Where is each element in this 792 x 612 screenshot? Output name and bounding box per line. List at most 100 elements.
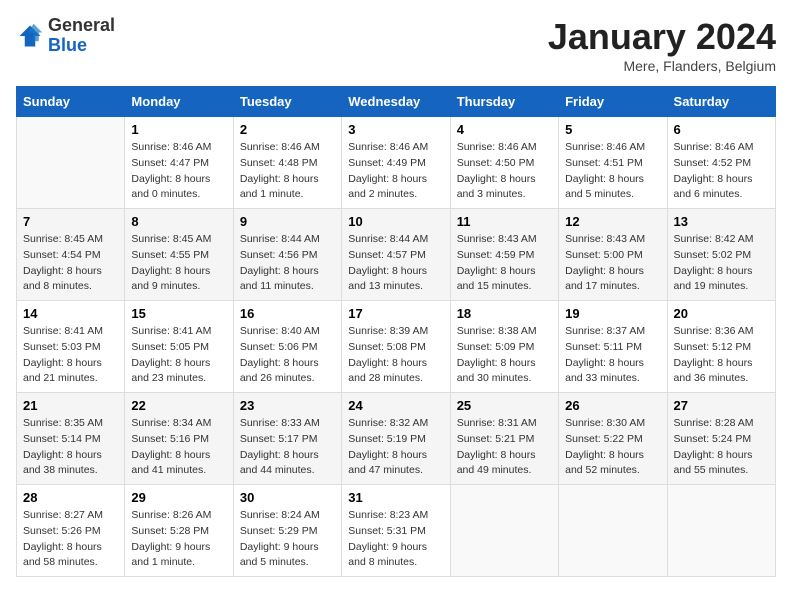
calendar-cell: 5 Sunrise: 8:46 AMSunset: 4:51 PMDaylight… [559, 117, 667, 209]
day-number: 14 [23, 306, 118, 321]
calendar-cell [17, 117, 125, 209]
calendar-cell: 3 Sunrise: 8:46 AMSunset: 4:49 PMDaylight… [342, 117, 450, 209]
logo-text: General Blue [48, 16, 115, 56]
header-saturday: Saturday [667, 87, 775, 117]
day-number: 21 [23, 398, 118, 413]
day-number: 10 [348, 214, 443, 229]
calendar-cell: 10 Sunrise: 8:44 AMSunset: 4:57 PMDayligh… [342, 209, 450, 301]
calendar-week-row: 1 Sunrise: 8:46 AMSunset: 4:47 PMDaylight… [17, 117, 776, 209]
calendar-cell: 8Sunrise: 8:45 AMSunset: 4:55 PMDaylight… [125, 209, 233, 301]
calendar-cell: 28 Sunrise: 8:27 AMSunset: 5:26 PMDayligh… [17, 485, 125, 577]
day-detail: Sunrise: 8:46 AMSunset: 4:47 PMDaylight:… [131, 140, 226, 203]
calendar-cell: 26 Sunrise: 8:30 AMSunset: 5:22 PMDayligh… [559, 393, 667, 485]
calendar-cell: 15 Sunrise: 8:41 AMSunset: 5:05 PMDayligh… [125, 301, 233, 393]
day-number: 24 [348, 398, 443, 413]
calendar-week-row: 21 Sunrise: 8:35 AMSunset: 5:14 PMDayligh… [17, 393, 776, 485]
calendar-cell [559, 485, 667, 577]
calendar-cell: 9 Sunrise: 8:44 AMSunset: 4:56 PMDaylight… [233, 209, 341, 301]
day-detail: Sunrise: 8:43 AMSunset: 4:59 PMDaylight:… [457, 232, 552, 295]
day-number: 22 [131, 398, 226, 413]
day-detail: Sunrise: 8:45 AMSunset: 4:55 PMDaylight:… [131, 232, 226, 295]
day-detail: Sunrise: 8:26 AMSunset: 5:28 PMDaylight:… [131, 508, 226, 571]
day-detail: Sunrise: 8:44 AMSunset: 4:56 PMDaylight:… [240, 232, 335, 295]
day-number: 26 [565, 398, 660, 413]
day-detail: Sunrise: 8:24 AMSunset: 5:29 PMDaylight:… [240, 508, 335, 571]
day-detail: Sunrise: 8:35 AMSunset: 5:14 PMDaylight:… [23, 416, 118, 479]
calendar-cell: 29Sunrise: 8:26 AMSunset: 5:28 PMDayligh… [125, 485, 233, 577]
page-header: General Blue January 2024 Mere, Flanders… [16, 16, 776, 74]
day-detail: Sunrise: 8:46 AMSunset: 4:49 PMDaylight:… [348, 140, 443, 203]
day-number: 30 [240, 490, 335, 505]
calendar-week-row: 28 Sunrise: 8:27 AMSunset: 5:26 PMDayligh… [17, 485, 776, 577]
location: Mere, Flanders, Belgium [548, 58, 776, 74]
day-number: 28 [23, 490, 118, 505]
header-monday: Monday [125, 87, 233, 117]
day-detail: Sunrise: 8:31 AMSunset: 5:21 PMDaylight:… [457, 416, 552, 479]
day-detail: Sunrise: 8:45 AMSunset: 4:54 PMDaylight:… [23, 232, 118, 295]
calendar-cell: 24 Sunrise: 8:32 AMSunset: 5:19 PMDayligh… [342, 393, 450, 485]
calendar-cell: 18Sunrise: 8:38 AMSunset: 5:09 PMDayligh… [450, 301, 558, 393]
day-detail: Sunrise: 8:27 AMSunset: 5:26 PMDaylight:… [23, 508, 118, 571]
header-thursday: Thursday [450, 87, 558, 117]
day-detail: Sunrise: 8:41 AMSunset: 5:05 PMDaylight:… [131, 324, 226, 387]
calendar-cell: 6Sunrise: 8:46 AMSunset: 4:52 PMDaylight… [667, 117, 775, 209]
day-detail: Sunrise: 8:33 AMSunset: 5:17 PMDaylight:… [240, 416, 335, 479]
calendar-cell: 21 Sunrise: 8:35 AMSunset: 5:14 PMDayligh… [17, 393, 125, 485]
calendar-cell: 2 Sunrise: 8:46 AMSunset: 4:48 PMDaylight… [233, 117, 341, 209]
calendar-cell [450, 485, 558, 577]
day-number: 5 [565, 122, 660, 137]
calendar-cell: 22Sunrise: 8:34 AMSunset: 5:16 PMDayligh… [125, 393, 233, 485]
calendar-cell: 23 Sunrise: 8:33 AMSunset: 5:17 PMDayligh… [233, 393, 341, 485]
calendar-header-row: SundayMondayTuesdayWednesdayThursdayFrid… [17, 87, 776, 117]
day-detail: Sunrise: 8:36 AMSunset: 5:12 PMDaylight:… [674, 324, 769, 387]
day-number: 7 [23, 214, 118, 229]
day-number: 4 [457, 122, 552, 137]
day-number: 15 [131, 306, 226, 321]
month-title: January 2024 [548, 16, 776, 58]
calendar-table: SundayMondayTuesdayWednesdayThursdayFrid… [16, 86, 776, 577]
title-block: January 2024 Mere, Flanders, Belgium [548, 16, 776, 74]
calendar-cell: 7 Sunrise: 8:45 AMSunset: 4:54 PMDaylight… [17, 209, 125, 301]
day-number: 31 [348, 490, 443, 505]
calendar-cell: 17 Sunrise: 8:39 AMSunset: 5:08 PMDayligh… [342, 301, 450, 393]
calendar-cell: 31 Sunrise: 8:23 AMSunset: 5:31 PMDayligh… [342, 485, 450, 577]
day-detail: Sunrise: 8:37 AMSunset: 5:11 PMDaylight:… [565, 324, 660, 387]
logo-general: General [48, 15, 115, 35]
day-detail: Sunrise: 8:46 AMSunset: 4:51 PMDaylight:… [565, 140, 660, 203]
day-detail: Sunrise: 8:28 AMSunset: 5:24 PMDaylight:… [674, 416, 769, 479]
day-detail: Sunrise: 8:41 AMSunset: 5:03 PMDaylight:… [23, 324, 118, 387]
day-number: 3 [348, 122, 443, 137]
day-number: 16 [240, 306, 335, 321]
day-detail: Sunrise: 8:32 AMSunset: 5:19 PMDaylight:… [348, 416, 443, 479]
day-detail: Sunrise: 8:44 AMSunset: 4:57 PMDaylight:… [348, 232, 443, 295]
calendar-cell: 14 Sunrise: 8:41 AMSunset: 5:03 PMDayligh… [17, 301, 125, 393]
day-detail: Sunrise: 8:23 AMSunset: 5:31 PMDaylight:… [348, 508, 443, 571]
day-detail: Sunrise: 8:46 AMSunset: 4:50 PMDaylight:… [457, 140, 552, 203]
calendar-week-row: 7 Sunrise: 8:45 AMSunset: 4:54 PMDaylight… [17, 209, 776, 301]
calendar-cell: 19Sunrise: 8:37 AMSunset: 5:11 PMDayligh… [559, 301, 667, 393]
day-number: 12 [565, 214, 660, 229]
day-detail: Sunrise: 8:40 AMSunset: 5:06 PMDaylight:… [240, 324, 335, 387]
calendar-cell: 13 Sunrise: 8:42 AMSunset: 5:02 PMDayligh… [667, 209, 775, 301]
day-number: 17 [348, 306, 443, 321]
day-number: 13 [674, 214, 769, 229]
day-number: 9 [240, 214, 335, 229]
logo-blue: Blue [48, 35, 87, 55]
calendar-cell: 27 Sunrise: 8:28 AMSunset: 5:24 PMDayligh… [667, 393, 775, 485]
day-number: 20 [674, 306, 769, 321]
day-detail: Sunrise: 8:42 AMSunset: 5:02 PMDaylight:… [674, 232, 769, 295]
calendar-cell [667, 485, 775, 577]
day-number: 2 [240, 122, 335, 137]
day-number: 1 [131, 122, 226, 137]
day-detail: Sunrise: 8:38 AMSunset: 5:09 PMDaylight:… [457, 324, 552, 387]
day-number: 25 [457, 398, 552, 413]
day-number: 23 [240, 398, 335, 413]
day-number: 11 [457, 214, 552, 229]
day-detail: Sunrise: 8:30 AMSunset: 5:22 PMDaylight:… [565, 416, 660, 479]
header-friday: Friday [559, 87, 667, 117]
calendar-cell: 30 Sunrise: 8:24 AMSunset: 5:29 PMDayligh… [233, 485, 341, 577]
day-number: 27 [674, 398, 769, 413]
day-detail: Sunrise: 8:39 AMSunset: 5:08 PMDaylight:… [348, 324, 443, 387]
day-detail: Sunrise: 8:46 AMSunset: 4:48 PMDaylight:… [240, 140, 335, 203]
day-detail: Sunrise: 8:43 AMSunset: 5:00 PMDaylight:… [565, 232, 660, 295]
